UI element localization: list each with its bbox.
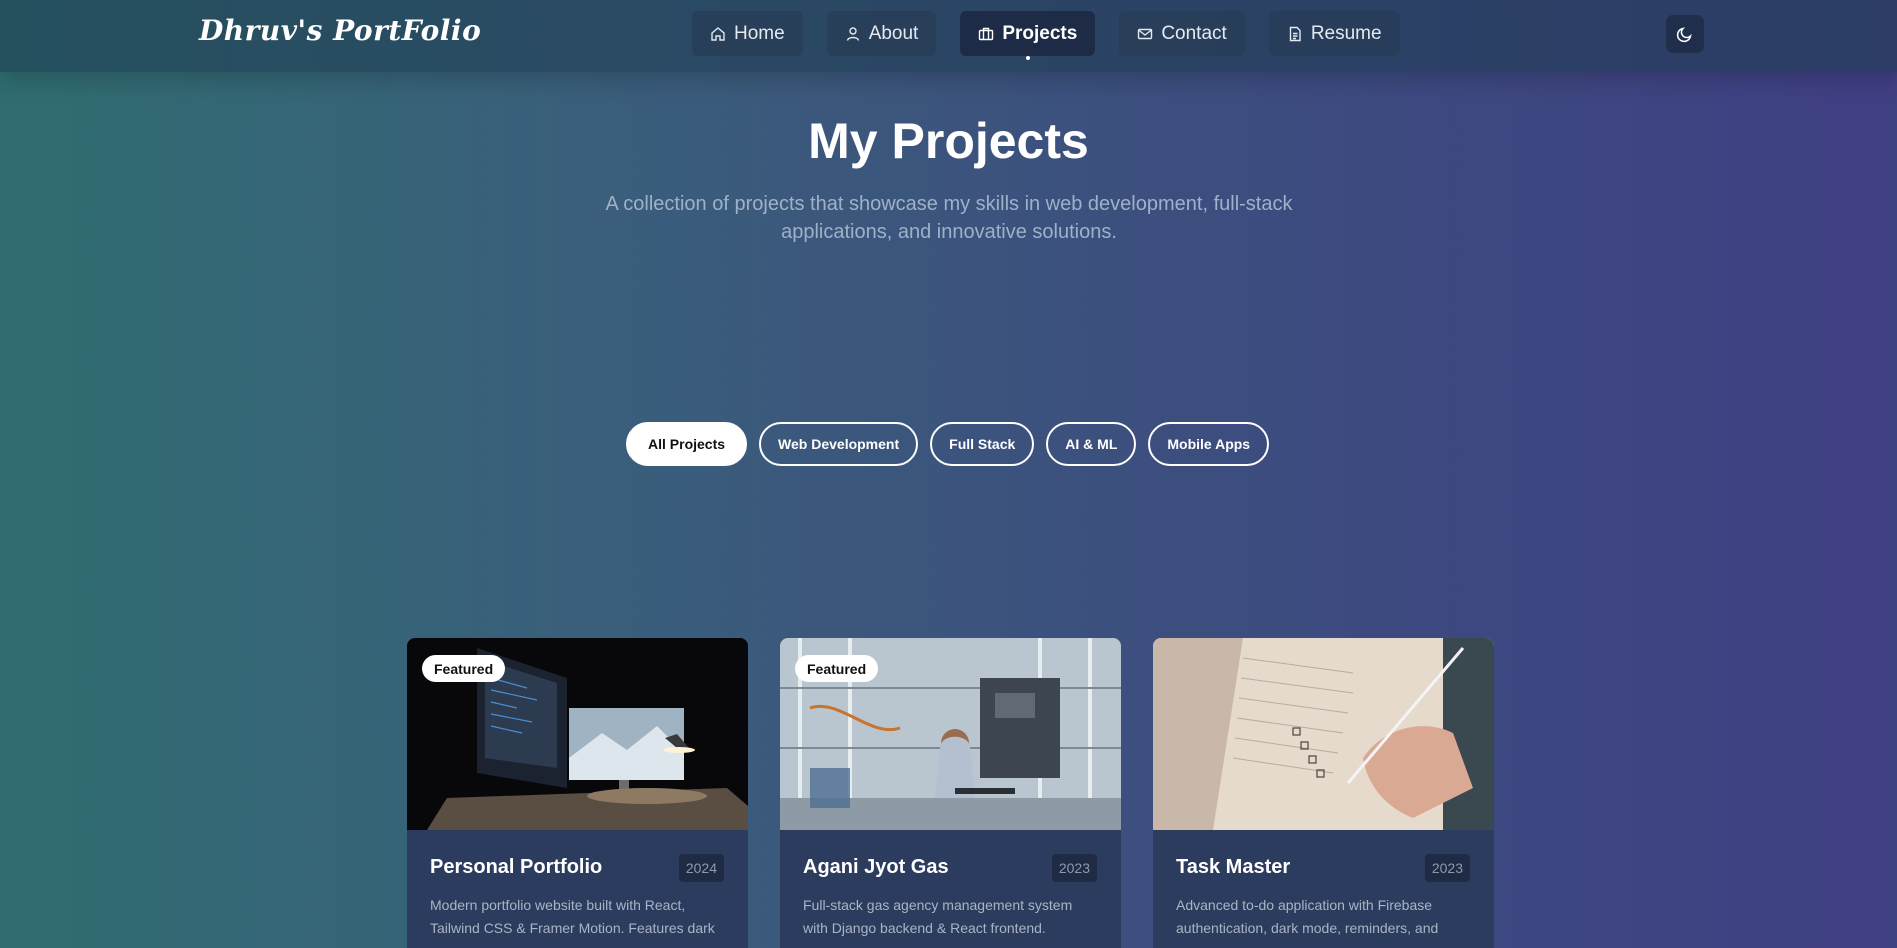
brand-logo[interactable]: Dhruv's PortFolio — [199, 14, 481, 47]
project-title: Agani Jyot Gas — [803, 856, 949, 878]
moon-icon — [1676, 27, 1692, 43]
project-image — [1153, 638, 1494, 830]
theme-toggle-button[interactable] — [1666, 15, 1704, 53]
nav-home[interactable]: Home — [692, 11, 803, 56]
page-title: My Projects — [808, 113, 1089, 169]
nav-resume[interactable]: Resume — [1268, 11, 1400, 56]
project-image: Featured — [407, 638, 748, 830]
page-subtitle: A collection of projects that showcase m… — [605, 193, 1293, 243]
mail-icon — [1138, 28, 1153, 39]
filter-full-stack[interactable]: Full Stack — [930, 422, 1035, 466]
project-year: 2023 — [1424, 854, 1470, 882]
user-icon — [846, 26, 859, 41]
nav-home-label: Home — [734, 22, 785, 44]
project-card-agani-jyot-gas[interactable]: Featured Agani Jyot Gas 2023 Full-stack … — [780, 638, 1121, 948]
project-card-personal-portfolio[interactable]: Featured Personal Portfolio 2024 Modern … — [407, 638, 748, 948]
project-title: Personal Portfolio — [430, 856, 603, 878]
filter-ai-ml[interactable]: AI & ML — [1046, 422, 1137, 466]
filter-web-development[interactable]: Web Development — [759, 422, 919, 466]
nav-contact[interactable]: Contact — [1119, 11, 1245, 56]
nav-contact-label: Contact — [1161, 22, 1227, 44]
home-icon — [711, 26, 725, 41]
project-title: Task Master — [1176, 856, 1291, 878]
briefcase-icon — [979, 27, 994, 40]
project-image: Featured — [780, 638, 1121, 830]
filter-all-projects[interactable]: All Projects — [626, 422, 748, 466]
main-nav: Home About Projects Contact Resume — [692, 11, 1400, 60]
nav-projects-label: Projects — [1002, 22, 1078, 44]
nav-projects[interactable]: Projects — [960, 11, 1096, 60]
top-navbar: Dhruv's PortFolio Home About Projects Co… — [0, 0, 1897, 72]
nav-about[interactable]: About — [826, 11, 937, 56]
project-description: Full-stack gas agency management system … — [803, 897, 1073, 936]
filter-mobile-apps[interactable]: Mobile Apps — [1148, 422, 1270, 466]
featured-badge: Featured — [422, 655, 506, 682]
project-card-task-master[interactable]: Task Master 2023 Advanced to-do applicat… — [1153, 638, 1494, 948]
project-description: Advanced to-do application with Firebase… — [1176, 897, 1439, 936]
document-icon — [1289, 26, 1301, 41]
project-description: Modern portfolio website built with Reac… — [430, 897, 715, 936]
project-year: 2024 — [678, 854, 724, 882]
nav-about-label: About — [868, 22, 919, 44]
nav-resume-label: Resume — [1310, 22, 1382, 44]
project-year: 2023 — [1051, 854, 1097, 882]
featured-badge: Featured — [795, 655, 879, 682]
project-filters: All Projects Web Development Full Stack … — [626, 422, 1270, 466]
